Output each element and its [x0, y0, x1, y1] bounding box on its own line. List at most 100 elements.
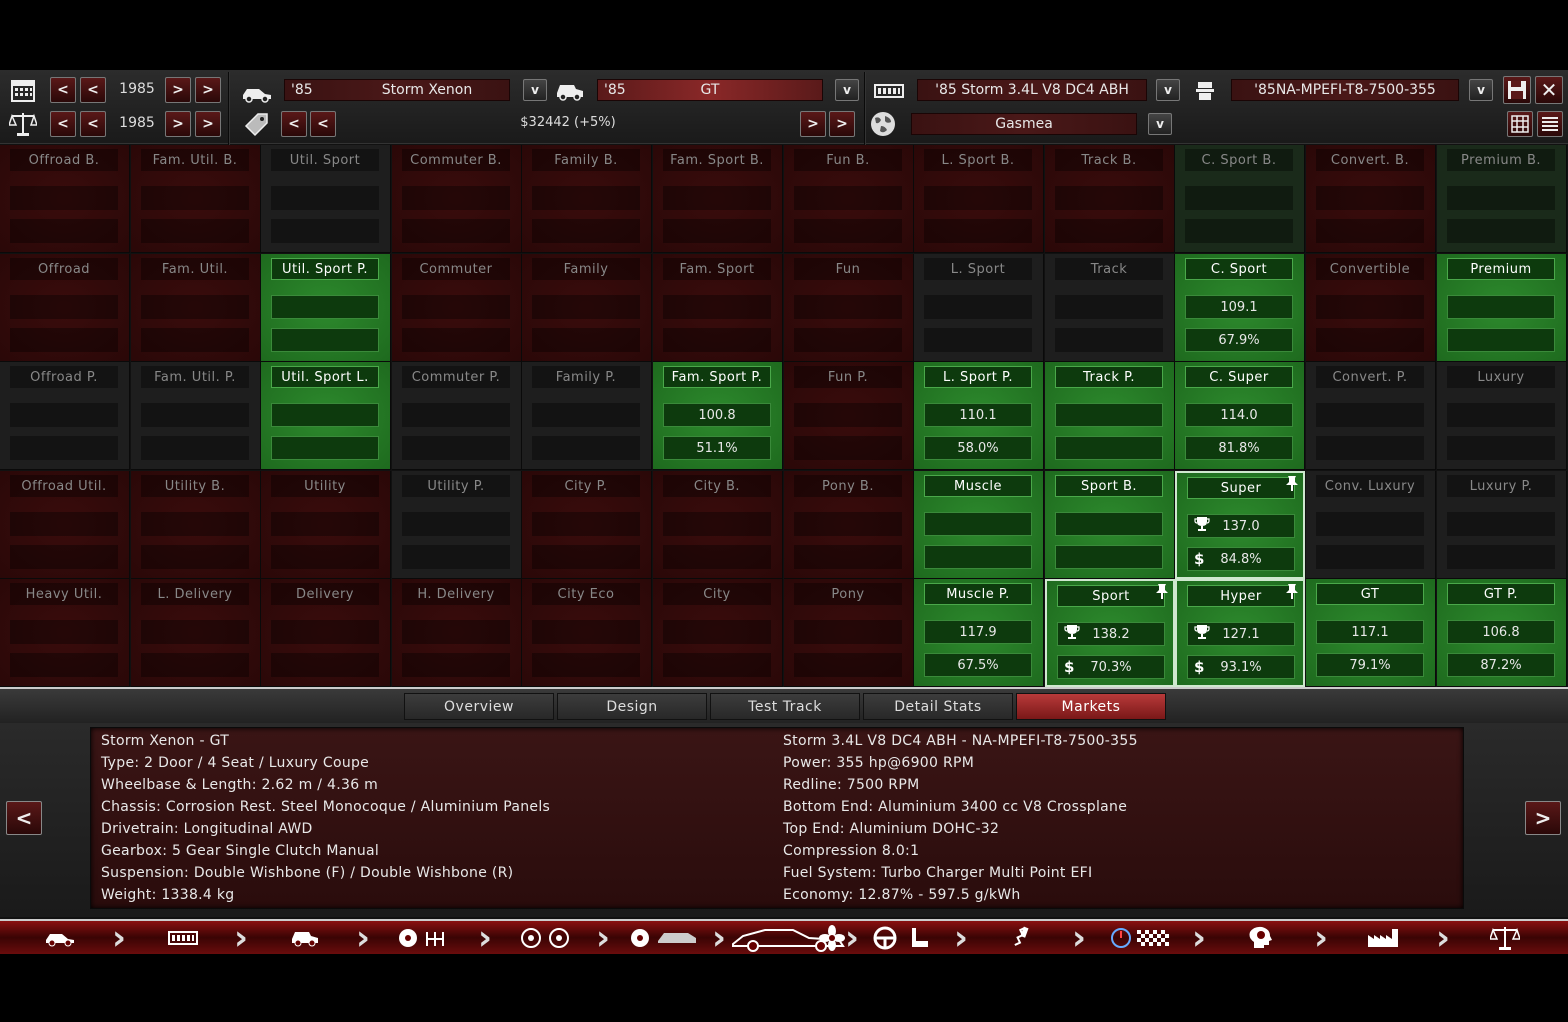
market-cell[interactable]: Fam. Util. B.	[131, 145, 261, 253]
nav-suspension-icon[interactable]	[1000, 923, 1040, 953]
compare-year-prev-fast-button[interactable]: <	[50, 111, 76, 137]
market-cell[interactable]: C. Sport 109.1 67.9%	[1175, 254, 1305, 362]
engine-dropdown-button[interactable]: v	[1156, 79, 1180, 101]
market-cell[interactable]: Commuter P.	[392, 362, 522, 470]
market-cell[interactable]: C. Super 114.0 81.8%	[1175, 362, 1305, 470]
save-button[interactable]	[1503, 76, 1531, 104]
market-cell[interactable]: Util. Sport	[261, 145, 391, 253]
tab-markets[interactable]: Markets	[1016, 693, 1166, 720]
price-increase-fast-button[interactable]: >	[829, 111, 855, 137]
model-dropdown-button[interactable]: v	[523, 79, 547, 101]
market-cell[interactable]: Utility	[261, 471, 391, 579]
market-cell[interactable]: Fam. Util. P.	[131, 362, 261, 470]
market-cell[interactable]: H. Delivery	[392, 579, 522, 687]
market-cell[interactable]: Hyper 127.1 93.1% $	[1175, 579, 1305, 687]
nav-market-research-icon[interactable]	[1240, 923, 1280, 953]
market-cell[interactable]: L. Sport B.	[914, 145, 1044, 253]
price-decrease-button[interactable]: <	[310, 111, 336, 137]
market-cell[interactable]: Fun P.	[784, 362, 914, 470]
market-cell[interactable]: Delivery	[261, 579, 391, 687]
tab-detail-stats[interactable]: Detail Stats	[863, 693, 1013, 720]
market-cell[interactable]: Commuter	[392, 254, 522, 362]
compare-year-prev-button[interactable]: <	[80, 111, 106, 137]
market-cell[interactable]: Luxury P.	[1437, 471, 1567, 579]
market-cell[interactable]: Pony B.	[784, 471, 914, 579]
pin-icon[interactable]	[1155, 583, 1169, 603]
market-cell[interactable]: City B.	[653, 471, 783, 579]
market-cell[interactable]: Family B.	[522, 145, 652, 253]
year-next-button[interactable]: >	[165, 77, 191, 103]
market-cell[interactable]: Fam. Util.	[131, 254, 261, 362]
market-cell[interactable]: Utility B.	[131, 471, 261, 579]
compare-year-next-fast-button[interactable]: >	[195, 111, 221, 137]
engine-variant-select-field[interactable]: '85NA-MPEFI-T8-7500-355	[1231, 79, 1459, 101]
nav-compare-scale-icon[interactable]	[1485, 923, 1525, 953]
market-cell[interactable]: Premium B.	[1437, 145, 1567, 253]
prev-car-button[interactable]: <	[6, 801, 42, 835]
close-button[interactable]: ✕	[1535, 76, 1563, 104]
nav-car-model-icon[interactable]	[40, 923, 80, 953]
nav-wheels-icon[interactable]	[515, 923, 575, 953]
nav-factory-icon[interactable]	[1363, 923, 1403, 953]
tab-overview[interactable]: Overview	[404, 693, 554, 720]
market-cell[interactable]: Luxury	[1437, 362, 1567, 470]
year-prev-button[interactable]: <	[80, 77, 106, 103]
trim-select-field[interactable]: '85 GT	[597, 79, 823, 101]
tab-test-track[interactable]: Test Track	[710, 693, 860, 720]
market-cell[interactable]: City P.	[522, 471, 652, 579]
engine-select-field[interactable]: '85 Storm 3.4L V8 DC4 ABH	[917, 79, 1147, 101]
market-dropdown-button[interactable]: v	[1148, 113, 1172, 135]
list-view-button[interactable]	[1537, 111, 1563, 137]
market-cell[interactable]: Family	[522, 254, 652, 362]
market-cell[interactable]: Track	[1045, 254, 1175, 362]
market-select-field[interactable]: Gasmea	[911, 113, 1137, 135]
market-cell[interactable]: Super 137.0 84.8% $	[1175, 471, 1305, 579]
compare-year-next-button[interactable]: >	[165, 111, 191, 137]
market-cell[interactable]: GT P. 106.8 87.2%	[1437, 579, 1567, 687]
market-cell[interactable]: Sport B.	[1045, 471, 1175, 579]
market-cell[interactable]: Heavy Util.	[0, 579, 130, 687]
nav-engine-icon[interactable]	[163, 923, 203, 953]
nav-test-track-icon[interactable]	[1108, 923, 1174, 953]
market-cell[interactable]: Fam. Sport	[653, 254, 783, 362]
market-cell[interactable]: L. Sport	[914, 254, 1044, 362]
pin-icon[interactable]	[1285, 583, 1299, 603]
engine-variant-dropdown-button[interactable]: v	[1469, 79, 1493, 101]
nav-drivetrain-icon[interactable]	[395, 923, 457, 953]
market-cell[interactable]: Family P.	[522, 362, 652, 470]
nav-brakes-body-icon[interactable]	[626, 923, 700, 953]
nav-car-trim-icon[interactable]	[285, 923, 325, 953]
market-cell[interactable]: Offroad	[0, 254, 130, 362]
model-select-field[interactable]: '85 Storm Xenon	[284, 79, 510, 101]
trim-dropdown-button[interactable]: v	[835, 79, 859, 101]
price-decrease-fast-button[interactable]: <	[281, 111, 307, 137]
market-cell[interactable]: Pony	[784, 579, 914, 687]
grid-view-button[interactable]	[1507, 111, 1533, 137]
market-cell[interactable]: Convert. B.	[1306, 145, 1436, 253]
market-cell[interactable]: City Eco	[522, 579, 652, 687]
market-cell[interactable]: Convert. P.	[1306, 362, 1436, 470]
market-cell[interactable]: Commuter B.	[392, 145, 522, 253]
market-cell[interactable]: GT 117.1 79.1%	[1306, 579, 1436, 687]
market-cell[interactable]: City	[653, 579, 783, 687]
market-cell[interactable]: Offroad P.	[0, 362, 130, 470]
year-prev-fast-button[interactable]: <	[50, 77, 76, 103]
pin-icon[interactable]	[1285, 475, 1299, 495]
year-next-fast-button[interactable]: >	[195, 77, 221, 103]
price-increase-button[interactable]: >	[800, 111, 826, 137]
market-cell[interactable]: Offroad B.	[0, 145, 130, 253]
market-cell[interactable]: Offroad Util.	[0, 471, 130, 579]
market-cell[interactable]: Track B.	[1045, 145, 1175, 253]
market-cell[interactable]: L. Sport P. 110.1 58.0%	[914, 362, 1044, 470]
market-cell[interactable]: Sport 138.2 70.3% $	[1045, 579, 1175, 687]
nav-interior-icon[interactable]	[870, 923, 934, 953]
calendar-icon[interactable]	[8, 76, 38, 104]
market-cell[interactable]: Premium	[1437, 254, 1567, 362]
nav-aero-fan-icon[interactable]	[815, 923, 849, 953]
market-cell[interactable]: Util. Sport P.	[261, 254, 391, 362]
market-cell[interactable]: C. Sport B.	[1175, 145, 1305, 253]
market-cell[interactable]: Util. Sport L.	[261, 362, 391, 470]
market-cell[interactable]: Muscle P. 117.9 67.5%	[914, 579, 1044, 687]
market-cell[interactable]: Fam. Sport B.	[653, 145, 783, 253]
market-cell[interactable]: Fun	[784, 254, 914, 362]
